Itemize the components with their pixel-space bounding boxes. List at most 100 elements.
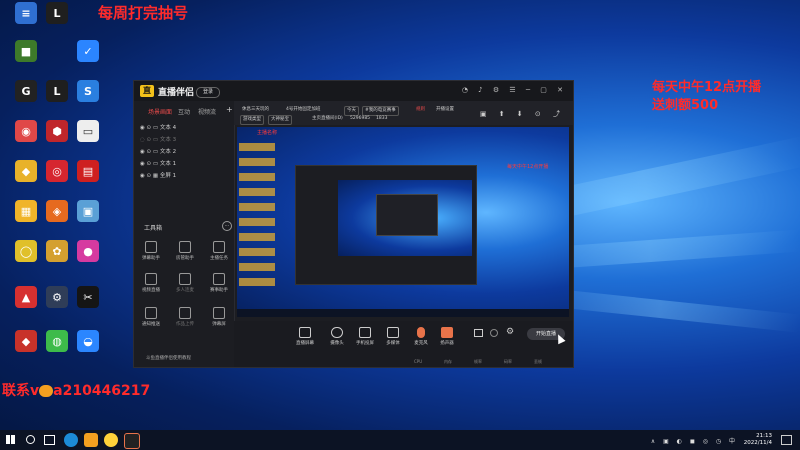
app-shortcut-icon: ◈ bbox=[46, 200, 68, 222]
screen-icon bbox=[213, 307, 225, 319]
tool-room-admin[interactable]: 房管助手 bbox=[172, 241, 198, 261]
window-controls[interactable]: ◔ ♪ ⚙ ☰ ─ ▢ ✕ bbox=[462, 86, 567, 94]
app-name: 直播伴侣 bbox=[158, 88, 195, 98]
info-tag[interactable]: 休息三天玩的 bbox=[240, 106, 271, 114]
preview-label: 主播名称 bbox=[257, 130, 278, 136]
game-type-tag[interactable]: 游戏类型 bbox=[240, 115, 264, 125]
tab-interact[interactable]: 互动 bbox=[178, 107, 190, 116]
desktop-icon[interactable]: L bbox=[37, 2, 77, 24]
desktop-icon[interactable]: ▣ bbox=[68, 200, 108, 222]
tool-danmu-screen[interactable]: 弹幕屏 bbox=[206, 307, 232, 327]
scene-item[interactable]: ◉ ⊙ ▭ 文本 1 bbox=[140, 159, 176, 167]
app-shortcut-icon: L bbox=[46, 2, 68, 24]
source-phone-button[interactable]: 手机投屏 bbox=[350, 327, 380, 346]
bell-icon bbox=[145, 307, 157, 319]
tool-match[interactable]: 赛事助手 bbox=[206, 273, 232, 293]
taskbar-clock[interactable]: 21:13 2022/11/4 bbox=[744, 433, 772, 447]
video-icon bbox=[145, 273, 157, 285]
preview-nested-window bbox=[295, 165, 477, 285]
clock-icon[interactable] bbox=[490, 329, 498, 337]
taskbar-app-icon[interactable] bbox=[124, 433, 140, 449]
status-line: CPU 内存 帧率 码率 丢帧 bbox=[414, 359, 542, 364]
app-shortcut-icon: ■ bbox=[15, 40, 37, 62]
preview-taskbar bbox=[237, 309, 569, 317]
eye-icon[interactable]: ◌ ⊙ ▭ bbox=[140, 137, 160, 143]
desktop-icon[interactable]: ■ bbox=[6, 40, 46, 62]
notification-icon[interactable] bbox=[781, 435, 792, 445]
desktop-icon[interactable]: S bbox=[68, 80, 108, 102]
desktop-icon[interactable]: ◒ bbox=[68, 330, 108, 352]
nested-inner-window bbox=[376, 194, 438, 236]
system-tray[interactable]: ∧ ▣ ◐ ◼ ◎ ◷ 中 bbox=[651, 436, 738, 445]
desktop-icon[interactable]: ● bbox=[68, 240, 108, 262]
source-camera-button[interactable]: 摄像头 bbox=[322, 327, 352, 346]
source-media-button[interactable]: 多媒体 bbox=[378, 327, 408, 346]
info-tag[interactable]: 规则 bbox=[414, 106, 427, 114]
tool-notify[interactable]: 通知推送 bbox=[138, 307, 164, 327]
task-view-icon[interactable] bbox=[44, 435, 55, 445]
eye-icon[interactable]: ◉ ⊙ ▭ bbox=[140, 125, 160, 131]
app-shortcut-icon: ◒ bbox=[77, 330, 99, 352]
login-button[interactable]: 登录 bbox=[196, 87, 220, 98]
toolbox-footer[interactable]: 斗鱼直播伴侣使用教程 bbox=[146, 355, 191, 361]
microphone-icon bbox=[417, 327, 425, 338]
monitor-icon bbox=[299, 327, 311, 338]
stream-info-bar: 休息三天玩的 4号开始固定加班 今天 #我的电竞赛事 规则 开播设置 游戏类型 … bbox=[234, 101, 573, 125]
source-screen-button[interactable]: 直播屏幕 bbox=[290, 327, 320, 346]
scene-item[interactable]: ◌ ⊙ ▭ 文本 3 bbox=[140, 135, 176, 143]
add-scene-icon[interactable]: + bbox=[226, 105, 233, 114]
desktop-icon[interactable]: ✂ bbox=[68, 286, 108, 308]
tab-video[interactable]: 视频流 bbox=[198, 107, 216, 116]
windows-start-icon[interactable] bbox=[6, 435, 15, 444]
toolbox-more-icon[interactable]: ⋯ bbox=[222, 221, 232, 231]
app-shortcut-icon: ▲ bbox=[15, 286, 37, 308]
edge-icon[interactable] bbox=[64, 433, 78, 447]
stream-preview[interactable]: 主播名称 每天中午12点开播 bbox=[237, 127, 569, 317]
contact-prefix: 联系v bbox=[2, 383, 40, 399]
settings-gear-icon[interactable]: ⚙ bbox=[506, 327, 514, 337]
app-shortcut-icon: ◆ bbox=[15, 160, 37, 182]
desktop-icon[interactable]: ▭ bbox=[68, 120, 108, 142]
scene-item[interactable]: ◉ ⊙ ▭ 文本 4 bbox=[140, 123, 176, 131]
eye-icon[interactable]: ◉ ⊙ ▭ bbox=[140, 149, 160, 155]
tab-scenes[interactable]: 场景画面 bbox=[148, 107, 172, 116]
scene-item[interactable]: ◉ ⊙ ▭ 文本 2 bbox=[140, 147, 176, 155]
streaming-app-window[interactable]: 直 直播伴侣 登录 ◔ ♪ ⚙ ☰ ─ ▢ ✕ 场景画面 互动 视频流 + ◉ … bbox=[133, 80, 574, 368]
tool-upload[interactable]: 作品上传 bbox=[172, 307, 198, 327]
desktop-icon[interactable]: ▤ bbox=[68, 160, 108, 182]
eye-icon[interactable]: ◉ ⊙ ▦ bbox=[140, 173, 160, 179]
eye-icon[interactable]: ◉ ⊙ ▭ bbox=[140, 161, 160, 167]
app-shortcut-icon: ✿ bbox=[46, 240, 68, 262]
app-logo-icon: 直 bbox=[140, 85, 154, 97]
info-bar-icons[interactable]: ▣ ⬆ ⬇ ⊙ ⤴ bbox=[480, 109, 565, 119]
taskbar-app-icon[interactable] bbox=[84, 433, 98, 447]
tool-tasks[interactable]: 主播任务 bbox=[206, 241, 232, 261]
clock-date: 2022/11/4 bbox=[743, 440, 772, 446]
tool-multi-mic[interactable]: 多人连麦 bbox=[172, 273, 198, 293]
search-icon[interactable] bbox=[26, 435, 35, 444]
overlay-top-text: 每周打完抽号 bbox=[98, 4, 189, 22]
record-icon[interactable] bbox=[474, 329, 483, 337]
scene-item[interactable]: ◉ ⊙ ▦ 全屏 1 bbox=[140, 171, 176, 179]
preview-red-text: 每天中午12点开播 bbox=[507, 164, 549, 170]
media-icon bbox=[387, 327, 399, 338]
preview-icon-column bbox=[239, 139, 275, 289]
speaker-button[interactable]: 扬声器 bbox=[432, 327, 462, 346]
desktop-icon[interactable]: ✓ bbox=[68, 40, 108, 62]
app-shortcut-icon: ▦ bbox=[15, 200, 37, 222]
app-shortcut-icon: ▣ bbox=[77, 200, 99, 222]
info-tag[interactable]: 4号开始固定加班 bbox=[284, 106, 322, 114]
app-shortcut-icon: ◯ bbox=[15, 240, 37, 262]
phone-cast-icon bbox=[359, 327, 371, 338]
chat-icon bbox=[145, 241, 157, 253]
tool-danmu[interactable]: 弹幕助手 bbox=[138, 241, 164, 261]
taskbar-app-icon[interactable] bbox=[104, 433, 118, 447]
download-icon bbox=[179, 273, 191, 285]
app-shortcut-icon: ▤ bbox=[77, 160, 99, 182]
info-tag[interactable]: 开播设置 bbox=[434, 106, 456, 114]
game-name-tag[interactable]: 大神秘宝 bbox=[268, 115, 292, 125]
tool-video[interactable]: 视频直播 bbox=[138, 273, 164, 293]
contact-suffix: a210446217 bbox=[53, 383, 151, 399]
overlay-contact: 联系v a210446217 bbox=[2, 380, 150, 400]
title-bar[interactable]: 直 直播伴侣 登录 ◔ ♪ ⚙ ☰ ─ ▢ ✕ bbox=[134, 81, 573, 101]
